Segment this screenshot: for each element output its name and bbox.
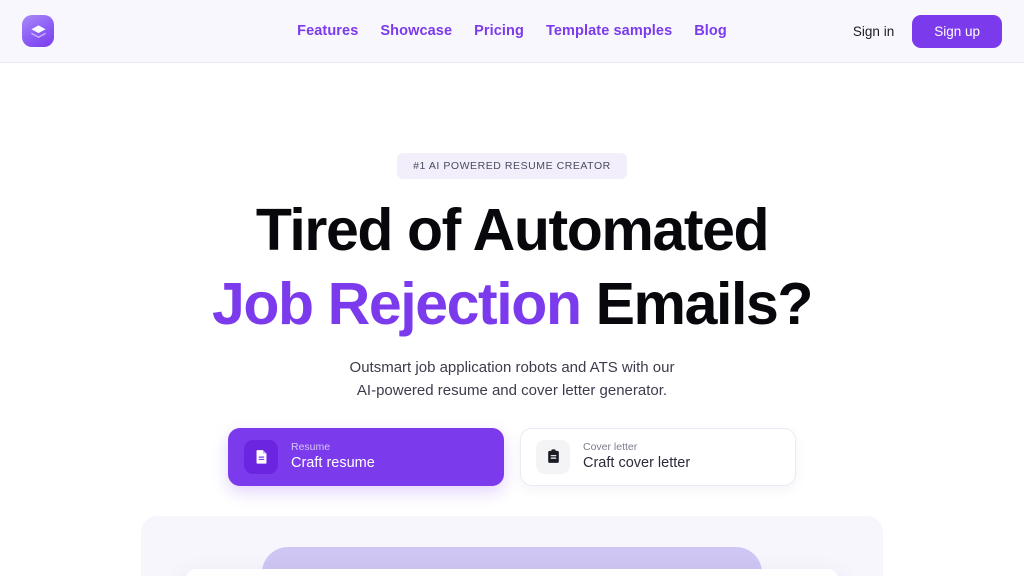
site-header: Features Showcase Pricing Template sampl…	[0, 0, 1024, 63]
page-title-rest: Emails?	[580, 271, 814, 338]
hero-subtitle-line-1: Outsmart job application robots and ATS …	[349, 359, 675, 377]
layers-pebble-icon	[29, 22, 48, 41]
status-badge: #1 AI POWERED RESUME CREATOR	[397, 153, 627, 179]
nav-link-showcase[interactable]: Showcase	[380, 23, 452, 39]
page-title-accent: Job Rejection	[211, 271, 582, 338]
nav-link-features[interactable]: Features	[297, 23, 358, 39]
craft-cover-letter-button[interactable]: Cover letter Craft cover letter	[520, 427, 796, 486]
document-icon	[244, 439, 278, 474]
nav-link-pricing[interactable]: Pricing	[474, 23, 524, 39]
sign-up-button[interactable]: Sign up	[912, 14, 1002, 48]
clipboard-icon	[536, 439, 570, 474]
header-actions: Sign in Sign up	[853, 14, 1002, 48]
sign-in-link[interactable]: Sign in	[853, 24, 894, 39]
craft-cover-letter-text: Cover letter Craft cover letter	[583, 441, 690, 473]
hero-section: #1 AI POWERED RESUME CREATOR Tired of Au…	[0, 63, 1024, 576]
page-title-line-2: Job Rejection Emails?	[0, 271, 1024, 337]
product-preview-panel	[141, 515, 883, 576]
page-title: Tired of Automated Job Rejection Emails?	[0, 197, 1024, 337]
nav-link-template-samples[interactable]: Template samples	[546, 23, 672, 39]
craft-cover-letter-eyebrow: Cover letter	[583, 440, 638, 453]
page-title-line-1: Tired of Automated	[255, 197, 770, 263]
cta-row: Resume Craft resume Cover letter Craft c…	[0, 427, 1024, 486]
craft-resume-title: Craft resume	[291, 455, 375, 472]
craft-resume-button[interactable]: Resume Craft resume	[228, 427, 504, 486]
craft-resume-eyebrow: Resume	[291, 440, 331, 453]
logo[interactable]	[22, 15, 54, 47]
hero-subtitle: Outsmart job application robots and ATS …	[0, 356, 1024, 403]
hero-subtitle-line-2: AI-powered resume and cover letter gener…	[356, 382, 668, 400]
nav-link-blog[interactable]: Blog	[694, 23, 727, 39]
craft-resume-text: Resume Craft resume	[291, 441, 375, 473]
craft-cover-letter-title: Craft cover letter	[583, 455, 691, 472]
browser-mockup	[186, 568, 838, 576]
browser-titlebar	[186, 568, 838, 576]
main-nav: Features Showcase Pricing Template sampl…	[297, 23, 727, 39]
